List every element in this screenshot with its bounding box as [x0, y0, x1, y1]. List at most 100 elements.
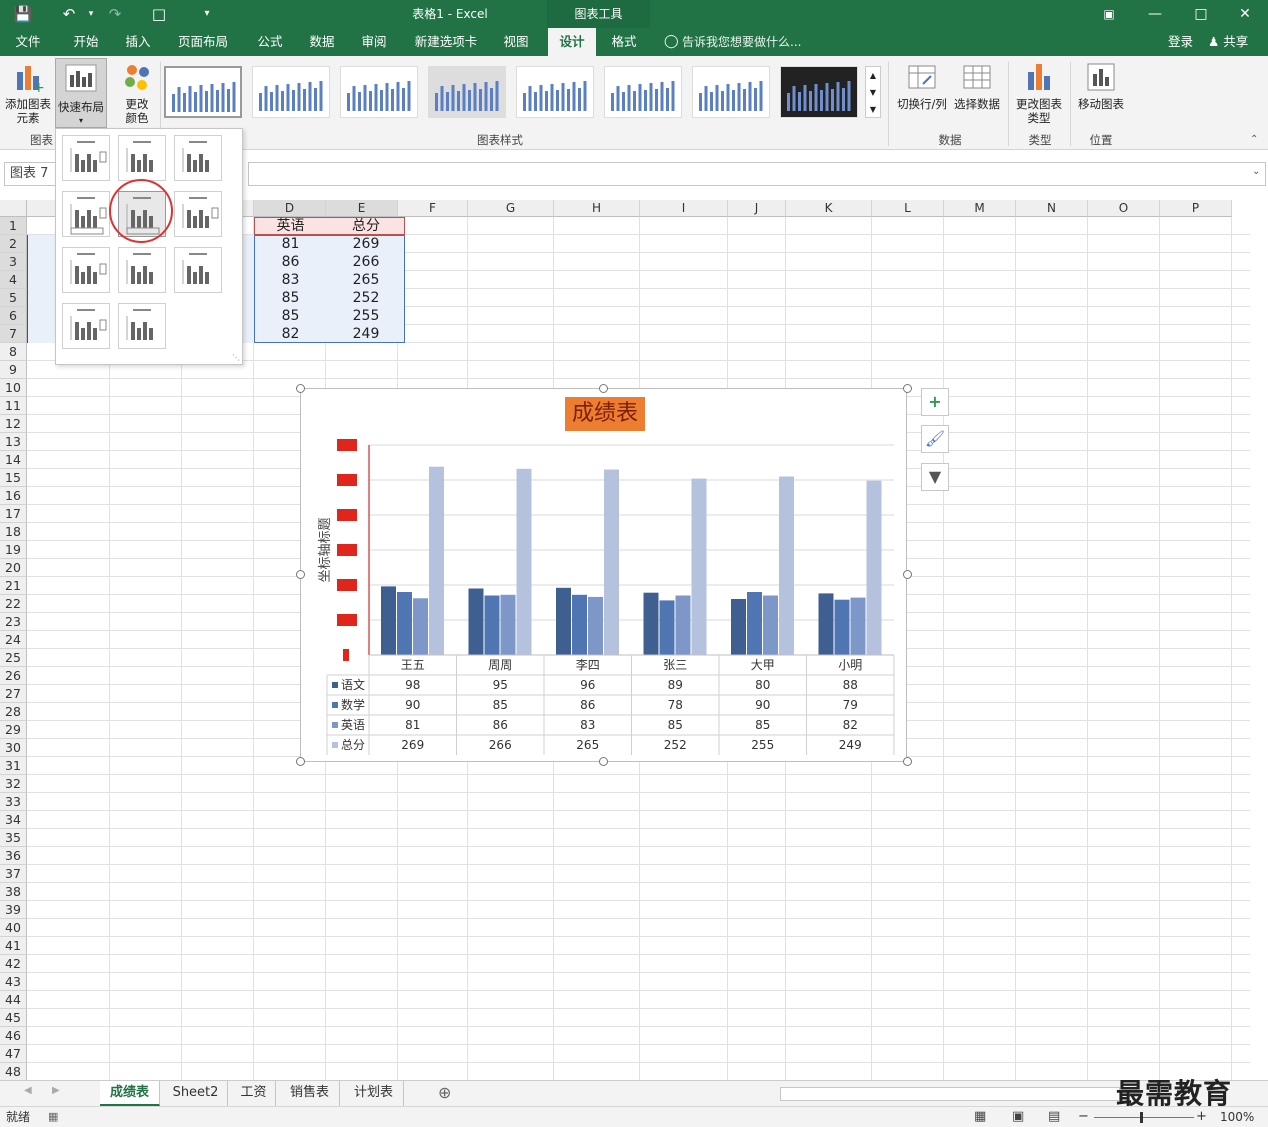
- layout-option-8[interactable]: [118, 247, 166, 293]
- table-cell[interactable]: 269: [327, 235, 405, 253]
- tab-3[interactable]: 页面布局: [172, 28, 234, 56]
- resize-grip-icon[interactable]: ⋱: [232, 353, 240, 362]
- add-chart-element-button[interactable]: + 添加图表元素: [2, 60, 54, 125]
- tab-0[interactable]: 文件: [10, 28, 46, 56]
- row-header[interactable]: 45: [0, 1009, 27, 1027]
- zoom-slider-thumb[interactable]: [1140, 1112, 1143, 1123]
- layout-option-9[interactable]: [174, 247, 222, 293]
- row-header[interactable]: 47: [0, 1045, 27, 1063]
- row-header[interactable]: 19: [0, 541, 27, 559]
- gallery-scroll[interactable]: ▲ ▼ ▼: [865, 66, 881, 118]
- table-cell[interactable]: 255: [327, 307, 405, 325]
- sheet-tab-4[interactable]: 计划表: [344, 1081, 404, 1106]
- chart-elements-plus-icon[interactable]: +: [921, 388, 949, 416]
- chart-filter-icon[interactable]: ▼: [921, 463, 949, 491]
- column-header[interactable]: N: [1016, 200, 1088, 217]
- tell-me-search[interactable]: 告诉我您想要做什么...: [682, 28, 801, 56]
- column-header[interactable]: H: [554, 200, 640, 217]
- row-header[interactable]: 27: [0, 685, 27, 703]
- page-layout-view-icon[interactable]: ▣: [1012, 1107, 1024, 1127]
- row-header[interactable]: 9: [0, 361, 27, 379]
- tab-7[interactable]: 新建选项卡: [406, 28, 486, 56]
- row-header[interactable]: 6: [0, 307, 27, 325]
- row-header[interactable]: 23: [0, 613, 27, 631]
- sheet-tab-0[interactable]: 成绩表: [100, 1081, 160, 1106]
- tab-10[interactable]: 格式: [604, 28, 644, 56]
- row-header[interactable]: 1: [0, 217, 27, 235]
- close-button[interactable]: ✕: [1222, 0, 1268, 28]
- layout-option-6[interactable]: [174, 191, 222, 237]
- table-cell[interactable]: 81: [254, 235, 327, 253]
- collapse-ribbon-icon[interactable]: ⌃: [1250, 134, 1258, 145]
- table-cell[interactable]: 265: [327, 271, 405, 289]
- column-header[interactable]: J: [728, 200, 786, 217]
- column-header[interactable]: P: [1160, 200, 1232, 217]
- row-header[interactable]: 22: [0, 595, 27, 613]
- chart-style-thumb[interactable]: [340, 66, 418, 118]
- tab-4[interactable]: 公式: [250, 28, 290, 56]
- row-header[interactable]: 43: [0, 973, 27, 991]
- row-header[interactable]: 36: [0, 847, 27, 865]
- row-header[interactable]: 33: [0, 793, 27, 811]
- page-break-view-icon[interactable]: ▤: [1048, 1107, 1060, 1127]
- row-header[interactable]: 44: [0, 991, 27, 1009]
- resize-handle[interactable]: [296, 757, 305, 766]
- select-all-corner[interactable]: [0, 200, 27, 217]
- chart-style-thumb[interactable]: [164, 66, 242, 118]
- expand-formula-icon[interactable]: ⌄: [1252, 166, 1260, 177]
- tab-6[interactable]: 审阅: [354, 28, 394, 56]
- row-header[interactable]: 41: [0, 937, 27, 955]
- sheet-tab-2[interactable]: 工资: [232, 1081, 276, 1106]
- scroll-left-icon[interactable]: ◀: [24, 1085, 32, 1096]
- tab-8[interactable]: 视图: [496, 28, 536, 56]
- macro-record-icon[interactable]: ▦: [48, 1107, 58, 1127]
- table-cell[interactable]: 85: [254, 289, 327, 307]
- quick-layout-button[interactable]: 快速布局 ▾: [55, 58, 107, 128]
- layout-option-1[interactable]: [62, 135, 110, 181]
- chart-style-thumb[interactable]: [516, 66, 594, 118]
- new-sheet-icon[interactable]: ⊕: [438, 1083, 451, 1102]
- tab-5[interactable]: 数据: [302, 28, 342, 56]
- chart-style-thumb[interactable]: [428, 66, 506, 118]
- row-header[interactable]: 18: [0, 523, 27, 541]
- name-box[interactable]: 图表 7: [4, 162, 62, 186]
- share-button[interactable]: ♟ 共享: [1208, 28, 1248, 56]
- scroll-right-icon[interactable]: ▶: [52, 1085, 60, 1096]
- row-header[interactable]: 40: [0, 919, 27, 937]
- column-header[interactable]: F: [398, 200, 468, 217]
- row-header[interactable]: 14: [0, 451, 27, 469]
- chart-style-thumb[interactable]: [780, 66, 858, 118]
- change-colors-button[interactable]: 更改颜色: [114, 60, 160, 125]
- row-header[interactable]: 24: [0, 631, 27, 649]
- chart-style-thumb[interactable]: [692, 66, 770, 118]
- zoom-out-icon[interactable]: −: [1078, 1107, 1089, 1127]
- column-header[interactable]: O: [1088, 200, 1160, 217]
- column-header[interactable]: E: [326, 200, 398, 217]
- tab-1[interactable]: 开始: [66, 28, 106, 56]
- table-cell[interactable]: 249: [327, 325, 405, 343]
- row-header[interactable]: 31: [0, 757, 27, 775]
- row-header[interactable]: 30: [0, 739, 27, 757]
- switch-row-column-button[interactable]: 切换行/列: [894, 60, 950, 111]
- resize-handle[interactable]: [903, 384, 912, 393]
- column-header[interactable]: M: [944, 200, 1016, 217]
- login-link[interactable]: 登录: [1168, 28, 1193, 56]
- row-header[interactable]: 7: [0, 325, 27, 343]
- select-data-button[interactable]: 选择数据: [952, 60, 1002, 111]
- row-header[interactable]: 8: [0, 343, 27, 361]
- row-header[interactable]: 29: [0, 721, 27, 739]
- zoom-slider[interactable]: [1094, 1117, 1194, 1118]
- table-cell[interactable]: 252: [327, 289, 405, 307]
- layout-option-7[interactable]: [62, 247, 110, 293]
- column-header[interactable]: G: [468, 200, 554, 217]
- row-header[interactable]: 10: [0, 379, 27, 397]
- resize-handle[interactable]: [296, 570, 305, 579]
- row-header[interactable]: 21: [0, 577, 27, 595]
- move-chart-button[interactable]: 移动图表: [1074, 60, 1128, 111]
- row-header[interactable]: 42: [0, 955, 27, 973]
- zoom-in-icon[interactable]: +: [1196, 1107, 1207, 1127]
- row-header[interactable]: 13: [0, 433, 27, 451]
- layout-option-10[interactable]: [62, 303, 110, 349]
- sheet-tab-3[interactable]: 销售表: [280, 1081, 340, 1106]
- tab-9[interactable]: 设计: [548, 28, 596, 56]
